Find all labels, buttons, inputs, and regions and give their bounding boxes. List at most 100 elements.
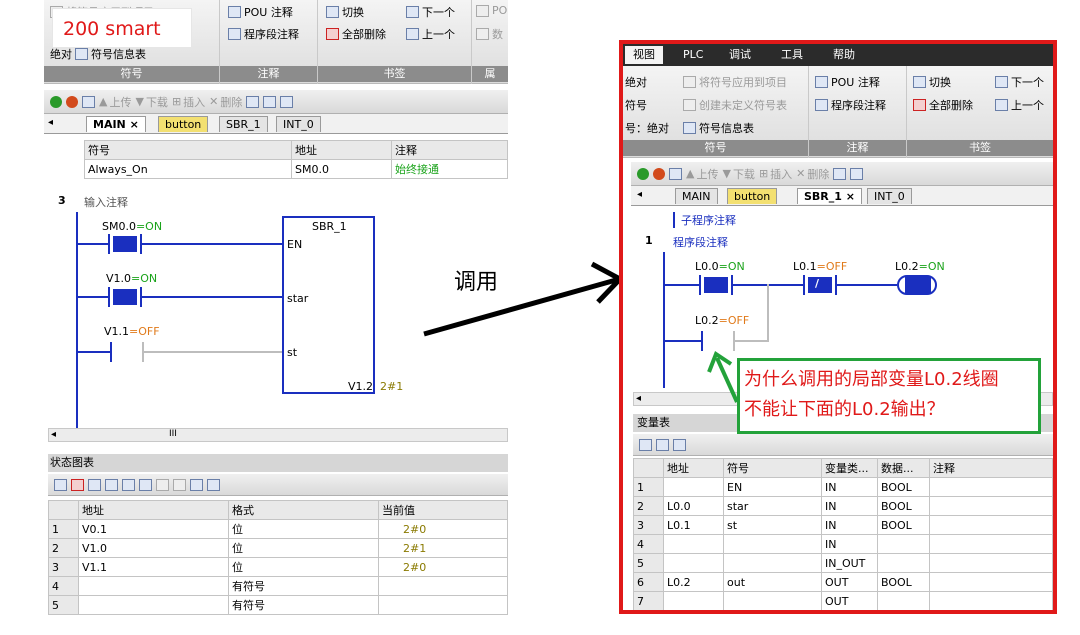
scroll-thumb[interactable]: III xyxy=(169,429,177,439)
table-row[interactable]: 3 L0.1 st IN BOOL xyxy=(633,515,1053,535)
subroutine-comment[interactable]: 子程序注释 xyxy=(673,212,736,228)
table-row[interactable]: 5 IN_OUT xyxy=(633,553,1053,573)
toggle-bookmark-button[interactable]: 切换 xyxy=(326,4,364,20)
tab-int0[interactable]: INT_0 xyxy=(867,188,912,204)
data-button[interactable]: 数 xyxy=(476,26,503,42)
start-monitor-icon[interactable] xyxy=(88,478,101,491)
tab-close-icon[interactable]: × xyxy=(130,118,139,131)
menu-tools[interactable]: 工具 xyxy=(781,46,803,64)
pou-comment-button[interactable]: POU 注释 xyxy=(815,74,880,90)
tab-sbr1[interactable]: SBR_1 xyxy=(219,116,268,132)
monitor2-icon[interactable] xyxy=(263,95,277,108)
table-row[interactable]: 4 IN xyxy=(633,534,1053,554)
table-row[interactable]: 5 有符号 xyxy=(48,595,508,615)
tab-scroll-left-icon[interactable]: ◂ xyxy=(637,189,642,200)
sbr1-box[interactable]: SBR_1 EN star st V1.2 xyxy=(282,216,375,394)
tab-scroll-left-icon[interactable]: ◂ xyxy=(48,117,53,128)
insert-button[interactable]: ⊞ 插入 xyxy=(759,166,792,182)
tab-button[interactable]: button xyxy=(727,188,778,204)
monitor2-icon[interactable] xyxy=(850,167,864,180)
table-row[interactable]: 7 OUT xyxy=(633,591,1053,610)
tab-int0[interactable]: INT_0 xyxy=(276,116,321,132)
delete-row-icon[interactable] xyxy=(71,478,84,491)
stop-icon[interactable] xyxy=(66,95,78,108)
delete-all-bookmarks-button[interactable]: 全部删除 xyxy=(326,26,386,42)
hand-icon[interactable] xyxy=(673,438,686,451)
contact-v10[interactable] xyxy=(108,287,142,307)
left-hscrollbar[interactable]: ◂ III xyxy=(48,428,508,442)
apply-symbols-button[interactable]: 将符号应用到项目 xyxy=(683,74,787,90)
pencil-icon[interactable] xyxy=(139,478,152,491)
menu-plc[interactable]: PLC xyxy=(683,46,703,64)
insert-button[interactable]: ⊞ 插入 xyxy=(172,94,205,110)
contact-icon[interactable] xyxy=(280,95,294,108)
chart-icon[interactable] xyxy=(207,478,220,491)
monitor-icon[interactable] xyxy=(833,167,847,180)
up-arrow-icon: ▲ xyxy=(99,95,108,108)
insert-row-icon[interactable] xyxy=(639,438,652,451)
download-button[interactable]: ▼ 下载 xyxy=(722,166,754,182)
contact-l01[interactable]: / xyxy=(803,275,837,295)
delete-all-bookmarks-button[interactable]: 全部删除 xyxy=(913,97,973,113)
menu-debug[interactable]: 调试 xyxy=(729,46,751,64)
tab-main[interactable]: MAIN × xyxy=(86,116,146,132)
download-button[interactable]: ▼ 下载 xyxy=(135,94,167,110)
network-comment[interactable]: 输入注释 xyxy=(84,194,128,210)
tab-close-icon[interactable]: × xyxy=(846,190,855,203)
coil-l02[interactable] xyxy=(897,275,937,295)
tab-button[interactable]: button xyxy=(158,116,209,132)
table-row[interactable]: 2 L0.0 star IN BOOL xyxy=(633,496,1053,516)
glasses-icon[interactable] xyxy=(122,478,135,491)
scroll-left-icon[interactable]: ◂ xyxy=(636,393,641,404)
run-icon[interactable] xyxy=(637,167,649,180)
table-row[interactable]: 1 EN IN BOOL xyxy=(633,477,1053,497)
force-icon[interactable] xyxy=(190,478,203,491)
run-icon[interactable] xyxy=(50,95,62,108)
tab-main[interactable]: MAIN xyxy=(675,188,718,204)
table-row[interactable]: 1 V0.1 位 2#0 xyxy=(48,519,508,539)
menu-help[interactable]: 帮助 xyxy=(833,46,855,64)
prev-bookmark-button[interactable]: 上一个 xyxy=(995,97,1044,113)
network-comment-button[interactable]: 程序段注释 xyxy=(815,97,886,113)
delete-button[interactable]: ✕ 删除 xyxy=(209,94,242,110)
compile-icon[interactable] xyxy=(669,167,682,180)
menu-view[interactable]: 视图 xyxy=(625,46,663,64)
pou-props-button[interactable]: PO xyxy=(476,4,507,17)
prev-bookmark-button[interactable]: 上一个 xyxy=(406,26,455,42)
symbol-info-button[interactable]: 绝对 符号信息表 xyxy=(50,46,146,62)
next-bookmark-button[interactable]: 下一个 xyxy=(406,4,455,20)
contact-sm00[interactable] xyxy=(108,234,142,254)
lock-icon[interactable] xyxy=(156,478,169,491)
symbol-info-button[interactable]: 符号信息表 xyxy=(683,120,754,136)
contact-v11[interactable] xyxy=(110,342,144,362)
next-bookmark-button[interactable]: 下一个 xyxy=(995,74,1044,90)
monitor-icon[interactable] xyxy=(246,95,260,108)
left-group-label-symbol: 符号 xyxy=(44,66,219,82)
table-row[interactable]: 3 V1.1 位 2#0 xyxy=(48,557,508,577)
network-comment[interactable]: 程序段注释 xyxy=(673,234,728,250)
comment-cell[interactable]: 始终接通 xyxy=(391,159,508,179)
delete-row-icon[interactable] xyxy=(656,438,669,451)
network-comment-button[interactable]: 程序段注释 xyxy=(228,26,299,42)
toggle-bookmark-button[interactable]: 切换 xyxy=(913,74,951,90)
upload-button[interactable]: ▲ 上传 xyxy=(99,94,131,110)
new-icon[interactable] xyxy=(54,478,67,491)
delete-all-icon xyxy=(913,99,926,111)
question-callout: 为什么调用的局部变量L0.2线圈 不能让下面的L0.2输出？ xyxy=(737,358,1041,434)
unlock-icon[interactable] xyxy=(173,478,186,491)
address-cell[interactable]: SM0.0 xyxy=(291,159,392,179)
delete-button[interactable]: ✕ 删除 xyxy=(796,166,829,182)
table-row[interactable]: 4 有符号 xyxy=(48,576,508,596)
pou-comment-button[interactable]: POU 注释 xyxy=(228,4,293,20)
tab-sbr1[interactable]: SBR_1 × xyxy=(797,188,862,204)
table-row[interactable]: 6 L0.2 out OUT BOOL xyxy=(633,572,1053,592)
stop-icon[interactable] xyxy=(653,167,665,180)
contact-l00[interactable] xyxy=(699,275,733,295)
upload-button[interactable]: ▲ 上传 xyxy=(686,166,718,182)
symbol-cell[interactable]: Always_On xyxy=(84,159,292,179)
table-row[interactable]: 2 V1.0 位 2#1 xyxy=(48,538,508,558)
pause-icon[interactable] xyxy=(105,478,118,491)
scroll-left-icon[interactable]: ◂ xyxy=(51,429,56,440)
compile-icon[interactable] xyxy=(82,95,95,108)
create-undefined-button[interactable]: 创建未定义符号表 xyxy=(683,97,787,113)
